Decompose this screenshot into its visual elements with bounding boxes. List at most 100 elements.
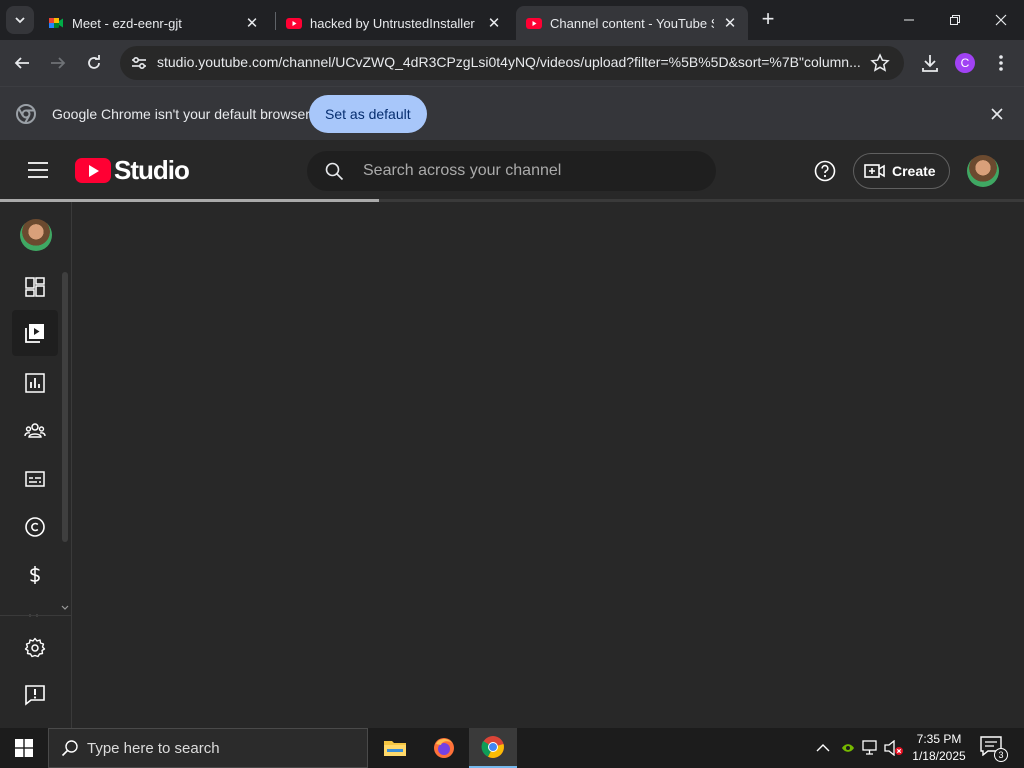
chrome-logo-icon: [16, 104, 36, 124]
start-button[interactable]: [0, 728, 48, 768]
scroll-down-icon[interactable]: [61, 605, 69, 611]
channel-search-input[interactable]: [363, 159, 693, 183]
browser-toolbar: studio.youtube.com/channel/UCvZWQ_4dR3CP…: [0, 40, 1024, 86]
network-tray-icon[interactable]: [861, 738, 881, 758]
nav-analytics[interactable]: [12, 360, 58, 406]
taskbar-file-explorer[interactable]: [371, 728, 419, 768]
nvidia-tray-icon[interactable]: [838, 738, 858, 758]
set-as-default-button[interactable]: Set as default: [309, 95, 427, 133]
search-icon: [61, 740, 78, 757]
default-browser-infobar: Google Chrome isn't your default browser…: [0, 86, 1024, 140]
google-meet-icon: [49, 18, 63, 28]
volume-tray-icon[interactable]: [884, 738, 904, 758]
content-icon: [25, 324, 44, 343]
create-button[interactable]: Create: [853, 153, 950, 189]
firefox-icon: [434, 738, 454, 758]
show-hidden-icons-button[interactable]: [813, 738, 833, 758]
youtube-studio-icon: [526, 18, 542, 29]
close-window-button[interactable]: [978, 0, 1024, 40]
side-nav-scrollbar[interactable]: [62, 272, 68, 542]
tab-meet[interactable]: Meet - ezd-eenr-gjt ✕: [38, 6, 270, 40]
volume-muted-icon: [884, 740, 903, 756]
network-icon: [862, 740, 877, 755]
menu-icon[interactable]: [26, 159, 50, 181]
windows-taskbar: Type here to search 7:35 PM 1/18/2025 3: [0, 728, 1024, 768]
action-center-button[interactable]: 3: [980, 736, 1008, 762]
tab-title: Meet - ezd-eenr-gjt: [72, 15, 182, 31]
minimize-button[interactable]: [886, 0, 932, 40]
channel-content-area: [72, 202, 1024, 728]
create-label: Create: [892, 163, 936, 179]
copyright-icon: [25, 517, 45, 537]
infobar-message: Google Chrome isn't your default browser: [52, 106, 310, 122]
more-vert-icon[interactable]: [996, 53, 1006, 73]
youtube-logo-icon: [75, 157, 111, 183]
youtube-icon: [286, 18, 302, 29]
taskbar-clock[interactable]: 7:35 PM 1/18/2025: [906, 731, 972, 765]
account-avatar[interactable]: [967, 155, 999, 187]
tab-youtube-studio[interactable]: Channel content - YouTube Studio ✕: [516, 6, 748, 40]
close-icon: [995, 14, 1007, 26]
nav-subtitles[interactable]: [12, 456, 58, 502]
folder-icon: [384, 741, 406, 756]
nav-dashboard[interactable]: [12, 264, 58, 310]
community-icon: [24, 423, 46, 438]
arrow-right-icon: [51, 57, 66, 69]
close-tab-icon[interactable]: ✕: [244, 15, 260, 32]
chrome-icon: [481, 736, 504, 758]
minimize-icon: [904, 19, 914, 21]
help-icon[interactable]: [813, 159, 837, 183]
tab-youtube[interactable]: hacked by UntrustedInstaller - YouTube ✕: [276, 6, 512, 40]
studio-side-nav: [0, 202, 72, 728]
new-tab-button[interactable]: +: [756, 8, 780, 32]
url-text[interactable]: studio.youtube.com/channel/UCvZWQ_4dR3CP…: [157, 54, 867, 70]
analytics-icon: [25, 373, 45, 393]
close-tab-icon[interactable]: ✕: [486, 15, 502, 32]
channel-search-box[interactable]: [307, 151, 716, 191]
search-icon[interactable]: [324, 161, 344, 181]
channel-avatar[interactable]: [20, 219, 52, 251]
nav-content[interactable]: [12, 310, 58, 356]
clock-time: 7:35 PM: [916, 732, 962, 746]
youtube-studio-logo[interactable]: Studio: [75, 154, 190, 186]
studio-header: Studio Create: [0, 140, 1024, 200]
tab-strip: Meet - ezd-eenr-gjt ✕ hacked by Untruste…: [0, 0, 1024, 40]
nvidia-icon: [842, 744, 854, 752]
back-button[interactable]: [8, 49, 36, 77]
close-icon[interactable]: [989, 106, 1005, 122]
taskbar-firefox[interactable]: [420, 728, 468, 768]
clock-date: 1/18/2025: [912, 749, 966, 763]
taskbar-search-box[interactable]: Type here to search: [48, 728, 368, 768]
nav-earn[interactable]: [12, 552, 58, 598]
restore-icon: [950, 15, 960, 25]
dashboard-icon: [25, 277, 45, 297]
forward-button[interactable]: [44, 49, 72, 77]
tune-icon: [132, 56, 146, 70]
reload-button[interactable]: [80, 49, 108, 77]
chevron-up-icon: [816, 744, 830, 752]
nav-community[interactable]: [12, 408, 58, 454]
tab-title: hacked by UntrustedInstaller - YouTube: [310, 15, 478, 31]
download-icon[interactable]: [919, 52, 941, 74]
site-info-button[interactable]: [128, 52, 150, 74]
nav-copyright[interactable]: [12, 504, 58, 550]
reload-icon: [88, 55, 100, 69]
video-add-icon: [864, 164, 885, 178]
profile-avatar[interactable]: C: [955, 53, 975, 73]
nav-settings[interactable]: [12, 625, 58, 671]
restore-button[interactable]: [932, 0, 978, 40]
notification-count-badge: 3: [994, 748, 1008, 762]
nav-divider: [0, 615, 72, 616]
bookmark-star-icon[interactable]: [870, 53, 890, 73]
close-tab-icon[interactable]: ✕: [722, 15, 738, 32]
taskbar-chrome[interactable]: [469, 728, 517, 768]
nav-send-feedback[interactable]: [12, 672, 58, 718]
address-bar[interactable]: studio.youtube.com/channel/UCvZWQ_4dR3CP…: [120, 46, 904, 80]
settings-icon: [24, 637, 46, 658]
tab-search-button[interactable]: [6, 6, 34, 34]
taskbar-search-placeholder: Type here to search: [87, 739, 220, 757]
tab-title: Channel content - YouTube Studio: [550, 15, 714, 31]
studio-wordmark: Studio: [114, 154, 190, 185]
chevron-down-icon: [15, 17, 25, 24]
windows-logo-icon: [15, 739, 33, 757]
